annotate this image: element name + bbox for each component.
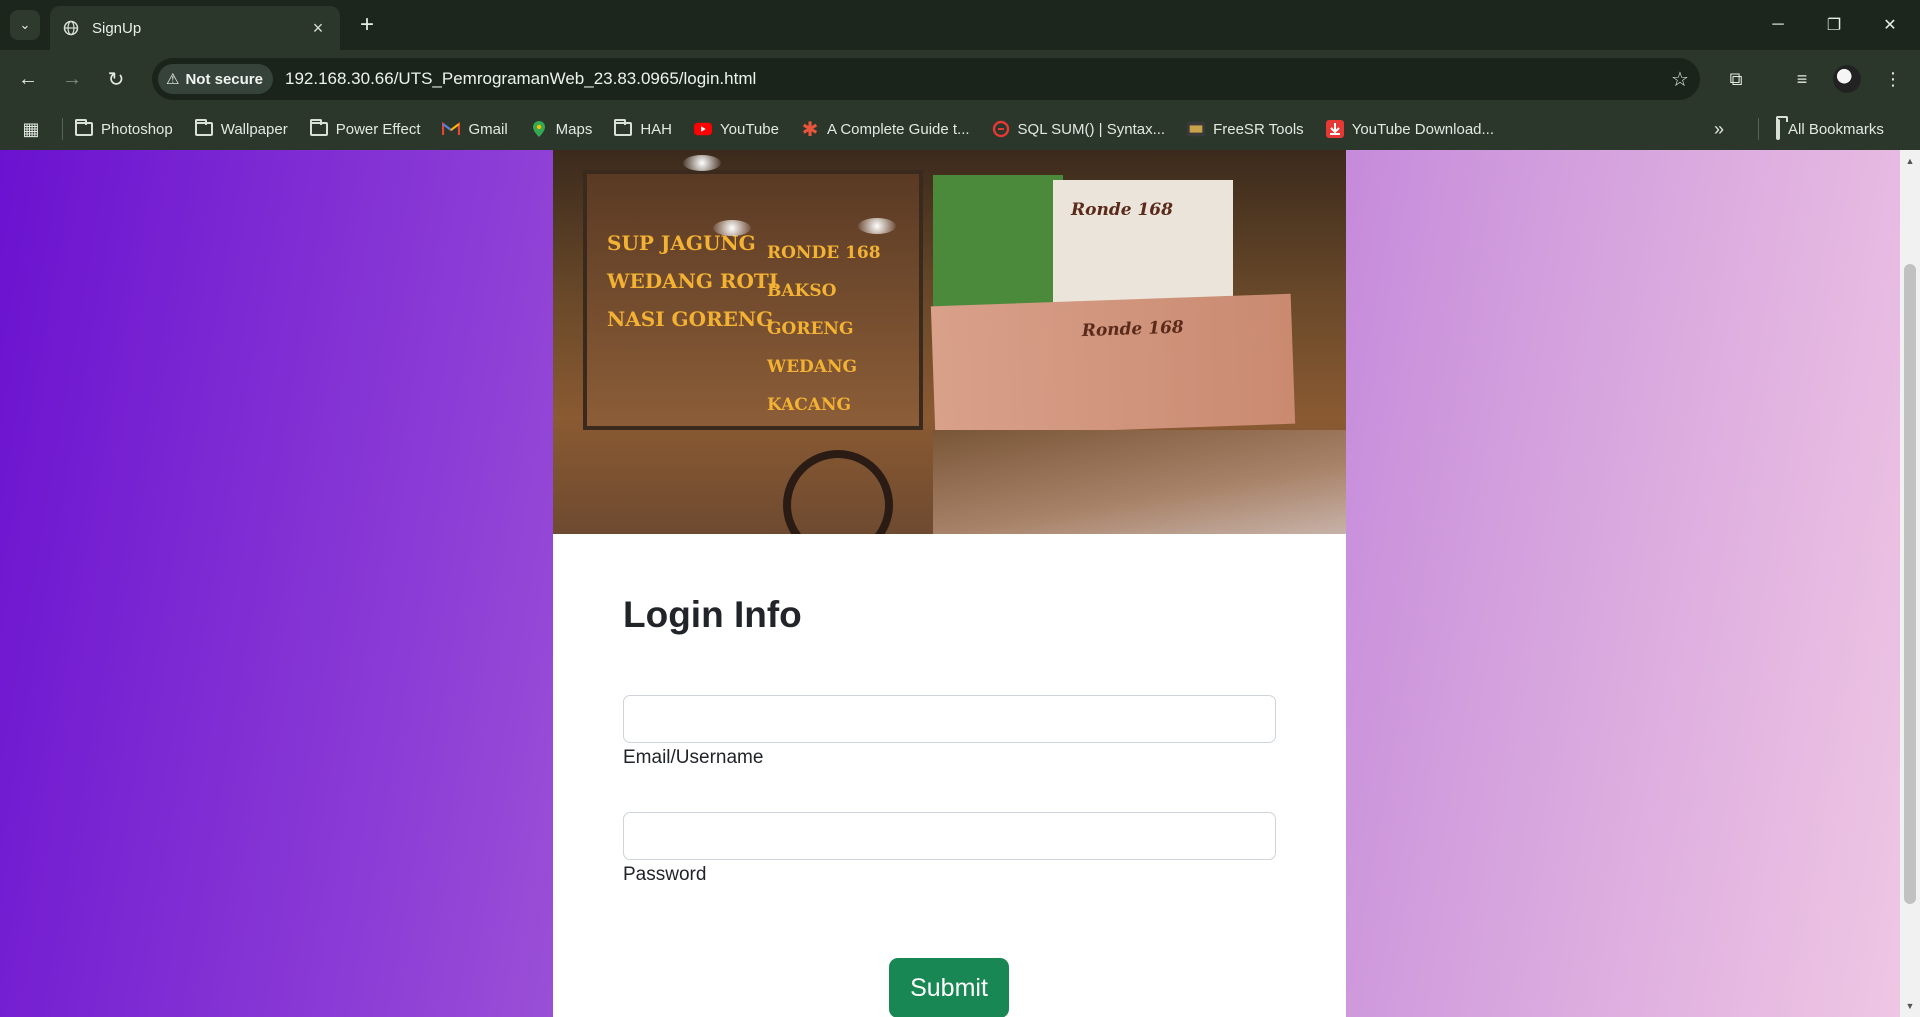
restore-window-icon[interactable]: ❐ xyxy=(1806,0,1862,50)
sql-icon xyxy=(992,120,1010,138)
asterisk-icon: ✱ xyxy=(801,118,819,141)
media-control-icon[interactable]: ≡ xyxy=(1786,63,1818,95)
bookmark-star-icon[interactable]: ☆ xyxy=(1660,67,1700,92)
bookmark-label: HAH xyxy=(640,120,673,138)
folder-icon xyxy=(1776,118,1780,140)
download-icon xyxy=(1325,120,1344,138)
folder-icon xyxy=(614,119,633,137)
folder-icon xyxy=(309,119,328,137)
new-tab-plus-icon[interactable]: + xyxy=(352,10,382,40)
login-card: SUP JAGUNG WEDANG ROTI NASI GORENG RONDE… xyxy=(553,150,1346,1017)
browser-tab-active[interactable]: SignUp × xyxy=(50,6,340,50)
bookmark-freesr-tools[interactable]: FreeSR Tools xyxy=(1187,121,1304,138)
cart-wheel xyxy=(783,450,893,534)
scrollbar-thumb[interactable] xyxy=(1904,264,1916,904)
close-tab-icon[interactable]: × xyxy=(308,18,328,38)
cart-line: BAKSO GORENG xyxy=(767,281,854,339)
password-field[interactable] xyxy=(623,812,1276,860)
bookmark-label: Power Effect xyxy=(335,120,421,138)
bookmark-label: Photoshop xyxy=(101,120,173,138)
form-title: Login Info xyxy=(623,594,802,635)
cart-sign-left: SUP JAGUNG WEDANG ROTI NASI GORENG xyxy=(607,224,778,338)
bookmark-power-effect[interactable]: Power Effect xyxy=(309,119,421,138)
banner-text: Ronde 168 xyxy=(1081,317,1185,342)
maps-icon xyxy=(530,121,548,137)
bookmark-complete-guide[interactable]: ✱ A Complete Guide t... xyxy=(801,118,970,141)
lamp-glow xyxy=(683,155,721,171)
bookmark-maps[interactable]: Maps xyxy=(530,120,593,138)
bookmark-sql-sum[interactable]: SQL SUM() | Syntax... xyxy=(992,120,1166,138)
minimize-window-icon[interactable]: ─ xyxy=(1750,0,1806,50)
submit-button[interactable]: Submit xyxy=(889,958,1009,1017)
bookmark-label: Wallpaper xyxy=(220,120,288,138)
forward-arrow-icon[interactable]: → xyxy=(56,63,88,95)
all-bookmarks-label: All Bookmarks xyxy=(1788,120,1884,138)
lamp-glow xyxy=(858,218,896,234)
bookmarks-divider xyxy=(1758,118,1759,140)
bookmarks-bar: ▦ Photoshop Wallpaper Power Effect Gmail… xyxy=(0,108,1920,150)
profile-avatar[interactable] xyxy=(1833,65,1861,93)
folder-icon xyxy=(194,119,213,137)
cart-line: WEDANG ROTI xyxy=(607,269,779,293)
bookmark-youtube-download[interactable]: YouTube Download... xyxy=(1325,120,1495,138)
security-label: Not secure xyxy=(185,70,263,88)
bookmark-hah[interactable]: HAH xyxy=(614,119,673,138)
youtube-icon xyxy=(694,121,713,137)
bookmark-label: SQL SUM() | Syntax... xyxy=(1017,120,1166,138)
password-label: Password xyxy=(623,864,707,885)
bookmark-label: A Complete Guide t... xyxy=(826,120,970,138)
pink-banner: Ronde 168 xyxy=(930,293,1296,437)
extensions-puzzle-icon[interactable]: ⧉ xyxy=(1720,63,1752,95)
bookmark-label: YouTube Download... xyxy=(1351,120,1495,138)
hero-photo: SUP JAGUNG WEDANG ROTI NASI GORENG RONDE… xyxy=(553,150,1346,534)
folder-icon xyxy=(75,119,93,137)
tiled-floor xyxy=(933,430,1346,534)
address-bar[interactable]: ⚠ Not secure 192.168.30.66/UTS_Pemrogram… xyxy=(152,58,1700,100)
more-bookmarks-chevron-icon[interactable]: » xyxy=(1714,108,1724,150)
bookmark-photoshop[interactable]: Photoshop xyxy=(75,119,173,138)
email-username-field[interactable] xyxy=(623,695,1276,743)
bookmarks-divider xyxy=(62,118,63,140)
apps-grid-icon[interactable]: ▦ xyxy=(0,119,62,140)
bookmark-wallpaper[interactable]: Wallpaper xyxy=(194,119,288,138)
page-viewport: SUP JAGUNG WEDANG ROTI NASI GORENG RONDE… xyxy=(0,150,1920,1017)
all-bookmarks-button[interactable]: All Bookmarks xyxy=(1776,108,1884,150)
cart-line: NASI GORENG xyxy=(607,307,774,331)
bookmark-label: Maps xyxy=(555,120,593,138)
browser-titlebar: ⌄ SignUp × + ─ ❐ ✕ xyxy=(0,0,1920,50)
warning-triangle-icon: ⚠ xyxy=(166,71,180,88)
freesr-icon xyxy=(1187,121,1206,137)
close-window-icon[interactable]: ✕ xyxy=(1862,0,1918,50)
url-text[interactable]: 192.168.30.66/UTS_PemrogramanWeb_23.83.0… xyxy=(285,69,1660,89)
tab-search-chevron-icon[interactable]: ⌄ xyxy=(10,10,40,40)
cart-line: RONDE 168 xyxy=(767,243,881,263)
kebab-menu-icon[interactable]: ⋮ xyxy=(1877,63,1909,95)
reload-icon[interactable]: ↻ xyxy=(100,63,132,95)
cart-line: SUP JAGUNG xyxy=(607,231,756,255)
lamp-glow xyxy=(713,220,751,236)
cart-sign-right: RONDE 168 BAKSO GORENG WEDANG KACANG xyxy=(767,234,919,424)
banner-text: Ronde 168 xyxy=(1071,200,1173,220)
site-security-chip[interactable]: ⚠ Not secure xyxy=(158,64,273,94)
bookmark-youtube[interactable]: YouTube xyxy=(694,121,779,138)
bookmark-label: Gmail xyxy=(468,120,508,138)
globe-icon xyxy=(62,19,80,37)
food-cart: SUP JAGUNG WEDANG ROTI NASI GORENG RONDE… xyxy=(583,170,923,430)
cart-line: WEDANG KACANG xyxy=(767,357,858,415)
scroll-up-arrow-icon[interactable]: ▲ xyxy=(1905,156,1915,166)
scroll-down-arrow-icon[interactable]: ▼ xyxy=(1905,1001,1915,1011)
browser-toolbar: ← → ↻ ⚠ Not secure 192.168.30.66/UTS_Pem… xyxy=(0,50,1920,108)
back-arrow-icon[interactable]: ← xyxy=(12,63,44,95)
gmail-icon xyxy=(442,121,461,137)
email-username-label: Email/Username xyxy=(623,747,764,768)
tab-title: SignUp xyxy=(92,19,142,37)
bookmark-gmail[interactable]: Gmail xyxy=(442,120,508,138)
bookmark-label: FreeSR Tools xyxy=(1213,120,1304,138)
bookmark-label: YouTube xyxy=(720,120,779,138)
